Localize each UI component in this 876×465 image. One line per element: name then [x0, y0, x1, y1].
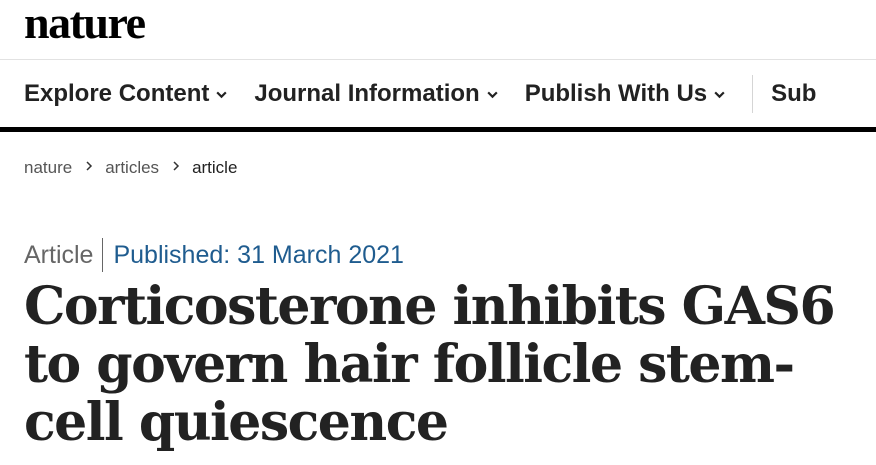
chevron-down-icon: [216, 91, 227, 99]
nav-subscribe-partial[interactable]: Sub: [771, 80, 816, 108]
breadcrumb-item-nature[interactable]: nature: [24, 158, 72, 178]
nav-item-label: Sub: [771, 79, 817, 107]
article-type: Article: [24, 238, 104, 272]
publication-date: Published: 31 March 2021: [113, 240, 404, 269]
chevron-down-icon: [487, 91, 498, 99]
breadcrumb: nature articles article: [24, 158, 237, 178]
site-header: nature: [0, 0, 876, 60]
chevron-right-icon: [173, 161, 180, 171]
nav-publish-with-us[interactable]: Publish With Us: [525, 80, 726, 108]
nav-item-label: Explore Content: [24, 79, 210, 107]
article-meta: Article Published: 31 March 2021: [24, 238, 404, 272]
chevron-right-icon: [86, 161, 93, 171]
breadcrumb-item-current: article: [192, 158, 238, 177]
nav-explore-content[interactable]: Explore Content: [24, 80, 228, 108]
chevron-down-icon: [714, 91, 725, 99]
article-title: Corticosterone inhibits GAS6 to govern h…: [24, 276, 836, 453]
nav-item-label: Publish With Us: [524, 79, 708, 107]
nav-divider: [752, 74, 754, 113]
breadcrumb-item-articles[interactable]: articles: [105, 158, 159, 178]
nature-logo[interactable]: nature: [24, 0, 146, 49]
main-nav: Explore Content Journal Information Publ…: [0, 60, 876, 132]
nav-item-label: Journal Information: [254, 79, 480, 107]
nav-journal-information[interactable]: Journal Information: [254, 80, 498, 108]
